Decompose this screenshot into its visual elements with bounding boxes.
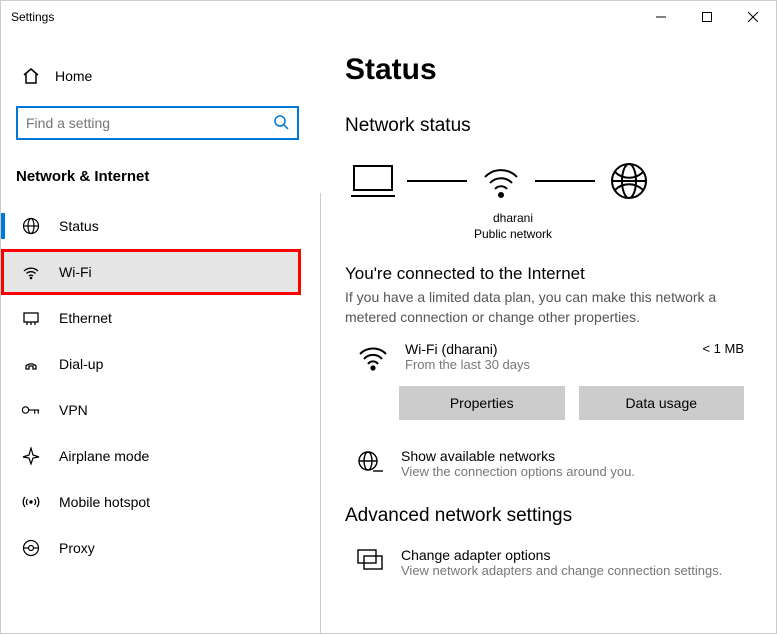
wifi-icon [357, 343, 389, 371]
minimize-button[interactable] [638, 1, 684, 33]
globe-icon [21, 216, 41, 236]
home-link[interactable]: Home [16, 58, 321, 94]
advanced-settings-heading: Advanced network settings [345, 505, 744, 527]
search-field[interactable] [26, 115, 273, 131]
option-title: Change adapter options [401, 547, 722, 563]
sidebar-item-label: Wi-Fi [59, 264, 92, 280]
sidebar-item-label: Airplane mode [59, 448, 149, 464]
search-input[interactable] [16, 106, 299, 140]
network-type-label: Public network [463, 227, 563, 243]
page-title: Status [345, 53, 744, 87]
sidebar-item-airplane[interactable]: Airplane mode [1, 433, 301, 479]
sidebar-item-status[interactable]: Status [1, 203, 301, 249]
properties-button[interactable]: Properties [399, 386, 565, 420]
option-description: View network adapters and change connect… [401, 563, 722, 578]
sidebar-item-ethernet[interactable]: Ethernet [1, 295, 301, 341]
dialup-icon [21, 354, 41, 374]
hotspot-icon [21, 492, 41, 512]
change-adapter-options[interactable]: Change adapter options View network adap… [357, 547, 744, 578]
close-button[interactable] [730, 1, 776, 33]
sidebar-item-label: VPN [59, 402, 88, 418]
adapter-icon [357, 549, 385, 573]
ethernet-icon [21, 308, 41, 328]
wifi-meta: From the last 30 days [405, 357, 686, 372]
sidebar-item-label: Mobile hotspot [59, 494, 150, 510]
wifi-name: Wi-Fi (dharani) [405, 341, 686, 357]
network-status-heading: Network status [345, 115, 744, 137]
vpn-icon [21, 400, 41, 420]
airplane-icon [21, 446, 41, 466]
sidebar-item-proxy[interactable]: Proxy [1, 525, 301, 571]
home-icon [21, 66, 41, 86]
wifi-connection-row: Wi-Fi (dharani) From the last 30 days < … [357, 341, 744, 372]
sidebar-item-vpn[interactable]: VPN [1, 387, 301, 433]
home-label: Home [55, 68, 92, 84]
sidebar-item-label: Dial-up [59, 356, 103, 372]
data-usage-button[interactable]: Data usage [579, 386, 745, 420]
sidebar-item-dialup[interactable]: Dial-up [1, 341, 301, 387]
option-title: Show available networks [401, 448, 635, 464]
connected-description: If you have a limited data plan, you can… [345, 288, 744, 327]
category-header: Network & Internet [16, 168, 321, 185]
option-description: View the connection options around you. [401, 464, 635, 479]
maximize-button[interactable] [684, 1, 730, 33]
sidebar-item-hotspot[interactable]: Mobile hotspot [1, 479, 301, 525]
network-diagram [345, 157, 744, 205]
sidebar-item-label: Proxy [59, 540, 95, 556]
router-label: dharani [463, 211, 563, 227]
sidebar-item-label: Status [59, 218, 99, 234]
proxy-icon [21, 538, 41, 558]
globe-icon [357, 450, 385, 474]
window-title: Settings [11, 10, 54, 24]
wifi-usage: < 1 MB [702, 341, 744, 356]
wifi-router-icon [477, 157, 525, 205]
computer-icon [349, 157, 397, 205]
search-icon [273, 114, 289, 133]
sidebar-item-label: Ethernet [59, 310, 112, 326]
sidebar-item-wifi[interactable]: Wi-Fi [1, 249, 301, 295]
internet-globe-icon [605, 157, 653, 205]
wifi-icon [21, 262, 41, 282]
show-available-networks[interactable]: Show available networks View the connect… [357, 448, 744, 479]
connected-heading: You're connected to the Internet [345, 264, 744, 284]
